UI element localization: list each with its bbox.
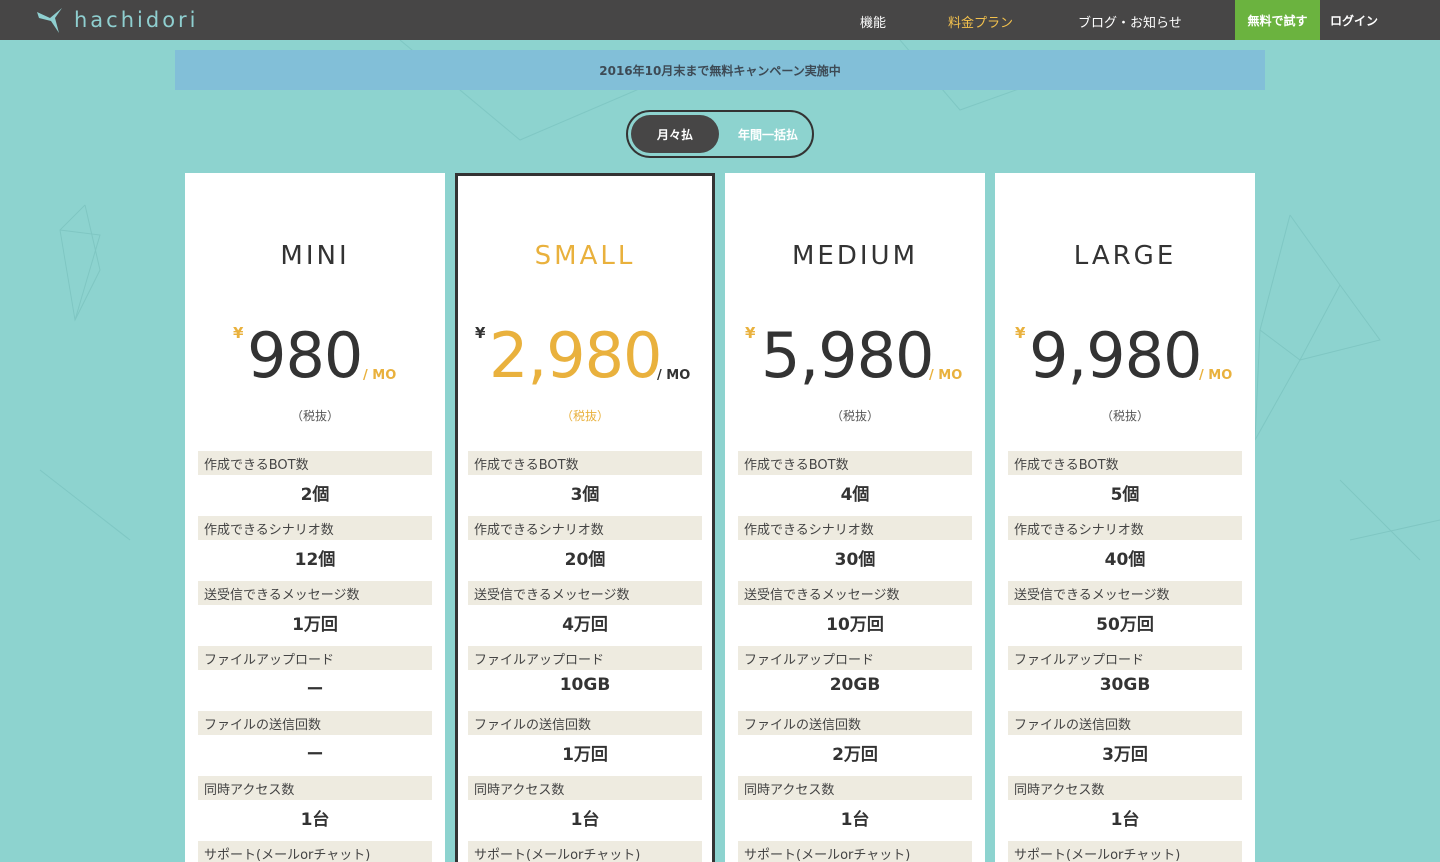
feature-value: 30GB <box>1099 675 1151 695</box>
tax-note: （税抜） <box>1100 409 1149 423</box>
feature-value: 12個 <box>294 550 336 570</box>
feature-value: 1台 <box>840 810 870 830</box>
tax-note: （税抜） <box>830 409 879 423</box>
feature-value: 1万回 <box>562 745 608 765</box>
feature-value: 4万回 <box>562 615 608 635</box>
price-row: ¥2,980/ MO <box>458 318 712 398</box>
feature-label: 送受信できるメッセージ数 <box>468 581 702 605</box>
feature-label: ファイルアップロード <box>1008 646 1242 670</box>
plan-name: SMALL <box>534 241 636 271</box>
feature-label: 同時アクセス数 <box>738 776 972 800</box>
login-link[interactable]: ログイン <box>1330 12 1378 29</box>
price-row: ¥980/ MO <box>185 318 445 398</box>
tax-note: （税抜） <box>290 409 339 423</box>
feature-label: 作成できるBOT数 <box>738 451 972 475</box>
plan-name: MINI <box>280 241 350 271</box>
plan-card-large[interactable]: LARGE ¥9,980/ MO （税抜） 作成できるBOT数 5個作成できるシナリオ数… <box>995 173 1255 862</box>
feature-label: 作成できるBOT数 <box>468 451 702 475</box>
feature-value: 5個 <box>1110 485 1140 505</box>
plan-name: LARGE <box>1073 241 1177 271</box>
feature-label: 送受信できるメッセージ数 <box>738 581 972 605</box>
feature-label: サポート(メールorチャット) <box>198 841 432 862</box>
currency-symbol: ¥ <box>745 324 756 342</box>
nav-pricing[interactable]: 料金プラン <box>948 12 1013 31</box>
billing-toggle[interactable]: 月々払 年間一括払 <box>626 110 814 158</box>
feature-value: 2個 <box>300 485 330 505</box>
price-row: ¥9,980/ MO <box>995 318 1255 398</box>
feature-value: 40個 <box>1104 550 1146 570</box>
price-amount: 5,980 <box>761 319 934 392</box>
feature-value: ー <box>306 745 324 765</box>
feature-value: 10万回 <box>826 615 884 635</box>
hummingbird-icon <box>37 8 62 33</box>
price-period: / MO <box>929 368 963 383</box>
campaign-banner: 2016年10月末まで無料キャンペーン実施中 <box>175 50 1265 90</box>
feature-label: 送受信できるメッセージ数 <box>1008 581 1242 605</box>
feature-label: ファイルの送信回数 <box>198 711 432 735</box>
price-amount: 2,980 <box>489 319 662 392</box>
tax-note: （税抜） <box>560 409 609 423</box>
feature-value: 3万回 <box>1102 745 1148 765</box>
feature-label: ファイルアップロード <box>468 646 702 670</box>
currency-symbol: ¥ <box>233 324 244 342</box>
feature-value: 3個 <box>570 485 600 505</box>
logo-text: hachidori <box>74 8 199 32</box>
feature-value: 30個 <box>834 550 876 570</box>
feature-label: 同時アクセス数 <box>468 776 702 800</box>
currency-symbol: ¥ <box>475 324 486 342</box>
price-amount: 9,980 <box>1029 319 1202 392</box>
plan-card-small[interactable]: SMALL ¥2,980/ MO （税抜） 作成できるBOT数 3個作成できるシナリオ数… <box>455 173 715 862</box>
plan-name: MEDIUM <box>791 241 918 271</box>
free-trial-button[interactable]: 無料で試す <box>1235 0 1320 40</box>
feature-label: 作成できるシナリオ数 <box>1008 516 1242 540</box>
feature-value: 50万回 <box>1096 615 1154 635</box>
feature-value: 20GB <box>829 675 881 695</box>
price-amount: 980 <box>247 319 363 392</box>
feature-label: 送受信できるメッセージ数 <box>198 581 432 605</box>
feature-label: 作成できるシナリオ数 <box>468 516 702 540</box>
feature-value: 10GB <box>559 675 611 695</box>
top-navbar: hachidori 機能 料金プラン ブログ・お知らせ 無料で試す ログイン <box>0 0 1440 40</box>
toggle-monthly[interactable]: 月々払 <box>631 115 719 153</box>
logo[interactable]: hachidori <box>36 6 199 34</box>
currency-symbol: ¥ <box>1015 324 1026 342</box>
feature-value: 20個 <box>564 550 606 570</box>
feature-value: 4個 <box>840 485 870 505</box>
feature-label: ファイルの送信回数 <box>468 711 702 735</box>
price-row: ¥5,980/ MO <box>725 318 985 398</box>
price-period: / MO <box>363 368 397 383</box>
feature-label: ファイルアップロード <box>738 646 972 670</box>
feature-value: 2万回 <box>832 745 878 765</box>
nav-features[interactable]: 機能 <box>860 12 886 31</box>
feature-label: 作成できるBOT数 <box>198 451 432 475</box>
feature-value: ー <box>306 680 324 700</box>
feature-label: 作成できるシナリオ数 <box>738 516 972 540</box>
toggle-yearly[interactable]: 年間一括払 <box>726 115 810 153</box>
feature-label: 作成できるシナリオ数 <box>198 516 432 540</box>
price-period: / MO <box>657 368 691 383</box>
feature-label: ファイルの送信回数 <box>738 711 972 735</box>
feature-label: 作成できるBOT数 <box>1008 451 1242 475</box>
feature-label: 同時アクセス数 <box>1008 776 1242 800</box>
feature-label: サポート(メールorチャット) <box>738 841 972 862</box>
feature-value: 1万回 <box>292 615 338 635</box>
plan-card-mini[interactable]: MINI ¥980/ MO （税抜） 作成できるBOT数 2個作成できるシナリオ数 12個… <box>185 173 445 862</box>
feature-label: ファイルの送信回数 <box>1008 711 1242 735</box>
feature-value: 1台 <box>300 810 330 830</box>
feature-value: 1台 <box>1110 810 1140 830</box>
plan-card-medium[interactable]: MEDIUM ¥5,980/ MO （税抜） 作成できるBOT数 4個作成できるシナリオ… <box>725 173 985 862</box>
feature-value: 1台 <box>570 810 600 830</box>
price-period: / MO <box>1199 368 1233 383</box>
feature-label: 同時アクセス数 <box>198 776 432 800</box>
feature-label: サポート(メールorチャット) <box>1008 841 1242 862</box>
feature-label: サポート(メールorチャット) <box>468 841 702 862</box>
nav-blog[interactable]: ブログ・お知らせ <box>1078 12 1182 31</box>
feature-label: ファイルアップロード <box>198 646 432 670</box>
